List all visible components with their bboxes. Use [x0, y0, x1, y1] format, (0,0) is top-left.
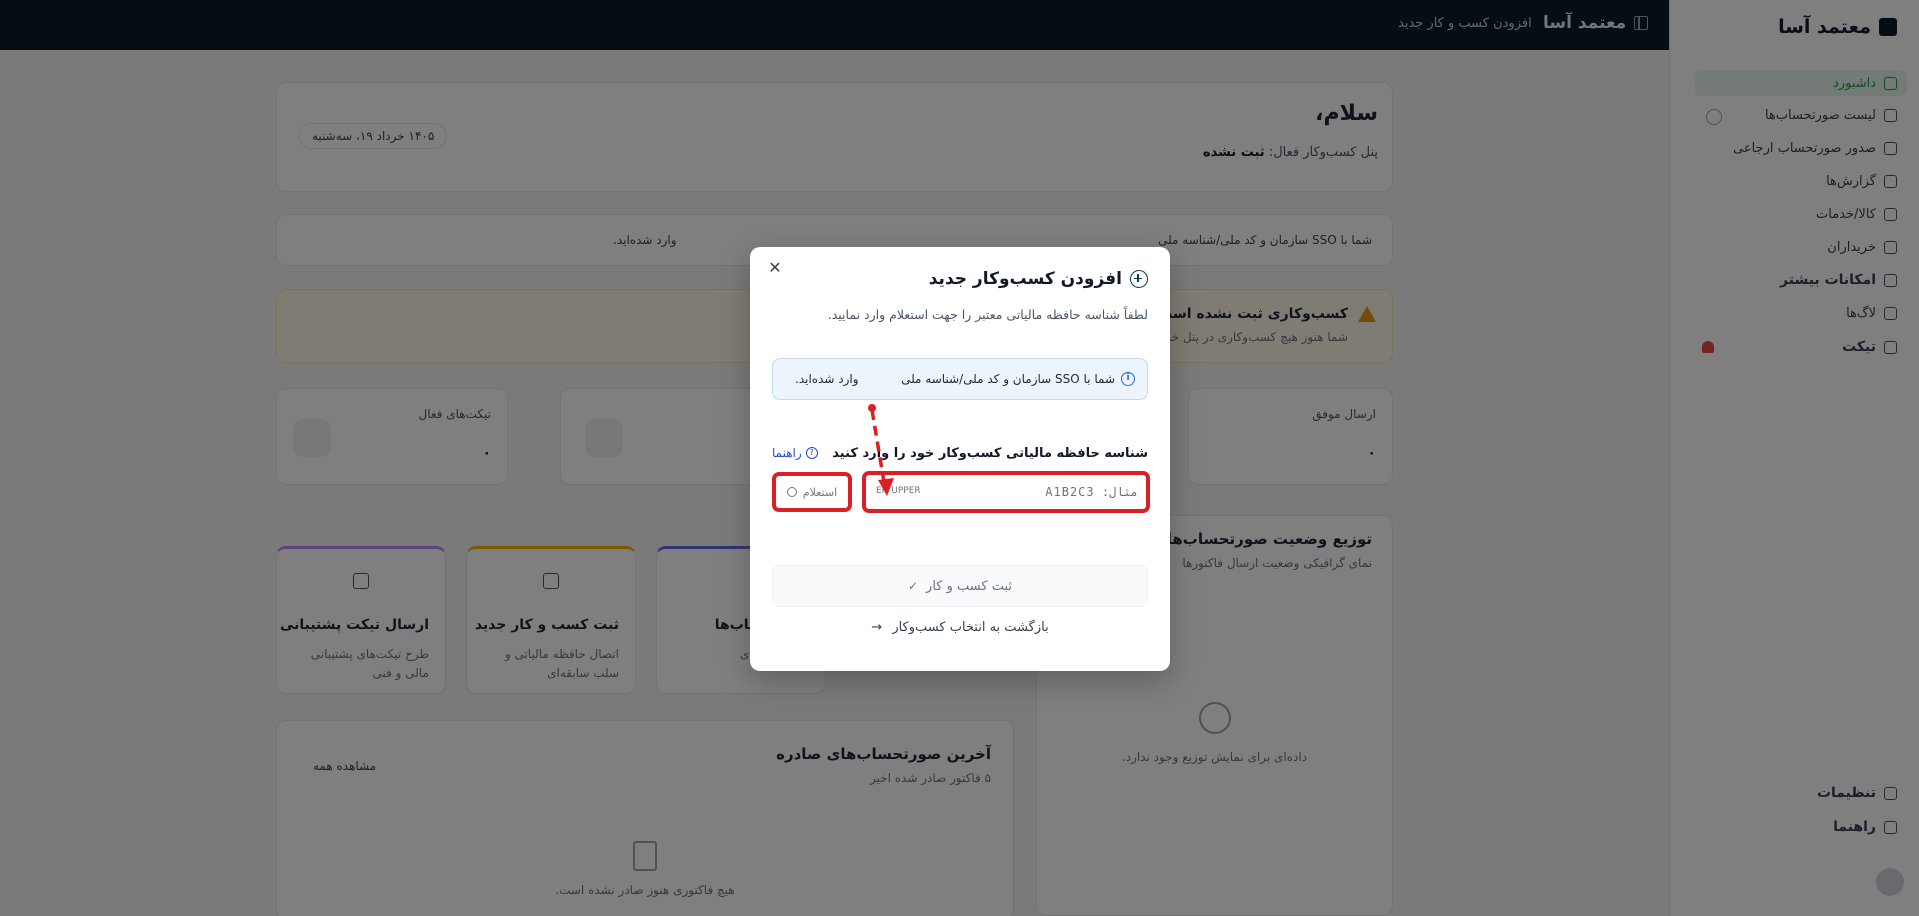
add-business-modal: ✕ افزودن کسب‌وکار جدید لطفاً شناسه حافظه…: [750, 247, 1170, 671]
question-icon: ?: [805, 447, 818, 459]
tax-id-label: شناسه حافظه مالیاتی کسب‌وکار خود را وارد…: [832, 446, 1148, 461]
sso-info-text: شما با SSO سازمان و کد ملی/شناسه ملی: [901, 372, 1115, 386]
sso-info-text-end: وارد شده‌اید.: [795, 372, 859, 386]
plus-circle-icon: [1130, 270, 1148, 288]
help-link[interactable]: ? راهنما: [772, 446, 818, 460]
help-link-label: راهنما: [772, 446, 802, 460]
modal-subtitle: لطفاً شناسه حافظه مالیاتی معتبر را جهت ا…: [827, 307, 1148, 322]
tax-id-placeholder: مثال: A1B2C3: [1045, 485, 1138, 499]
info-icon: i: [1121, 372, 1135, 386]
arrow-right-icon: →: [871, 620, 883, 635]
back-to-business-select[interactable]: بازگشت به انتخاب کسب‌وکار →: [750, 620, 1170, 635]
sso-info-box: i شما با SSO سازمان و کد ملی/شناسه ملی و…: [772, 358, 1148, 400]
inquiry-button[interactable]: استعلام: [772, 472, 852, 512]
close-icon[interactable]: ✕: [766, 259, 784, 277]
register-business-button[interactable]: ثبت کسب و کار ✓: [772, 565, 1148, 607]
input-format-hint: EN UPPER: [876, 486, 921, 496]
modal-title: افزودن کسب‌وکار جدید: [929, 269, 1148, 289]
search-icon: [786, 487, 797, 497]
back-label: بازگشت به انتخاب کسب‌وکار: [892, 620, 1049, 635]
register-label: ثبت کسب و کار: [926, 578, 1013, 594]
tax-id-input[interactable]: مثال: A1B2C3 EN UPPER: [862, 471, 1150, 513]
check-icon: ✓: [907, 579, 919, 593]
inquiry-label: استعلام: [802, 485, 838, 499]
modal-title-text: افزودن کسب‌وکار جدید: [928, 269, 1122, 289]
